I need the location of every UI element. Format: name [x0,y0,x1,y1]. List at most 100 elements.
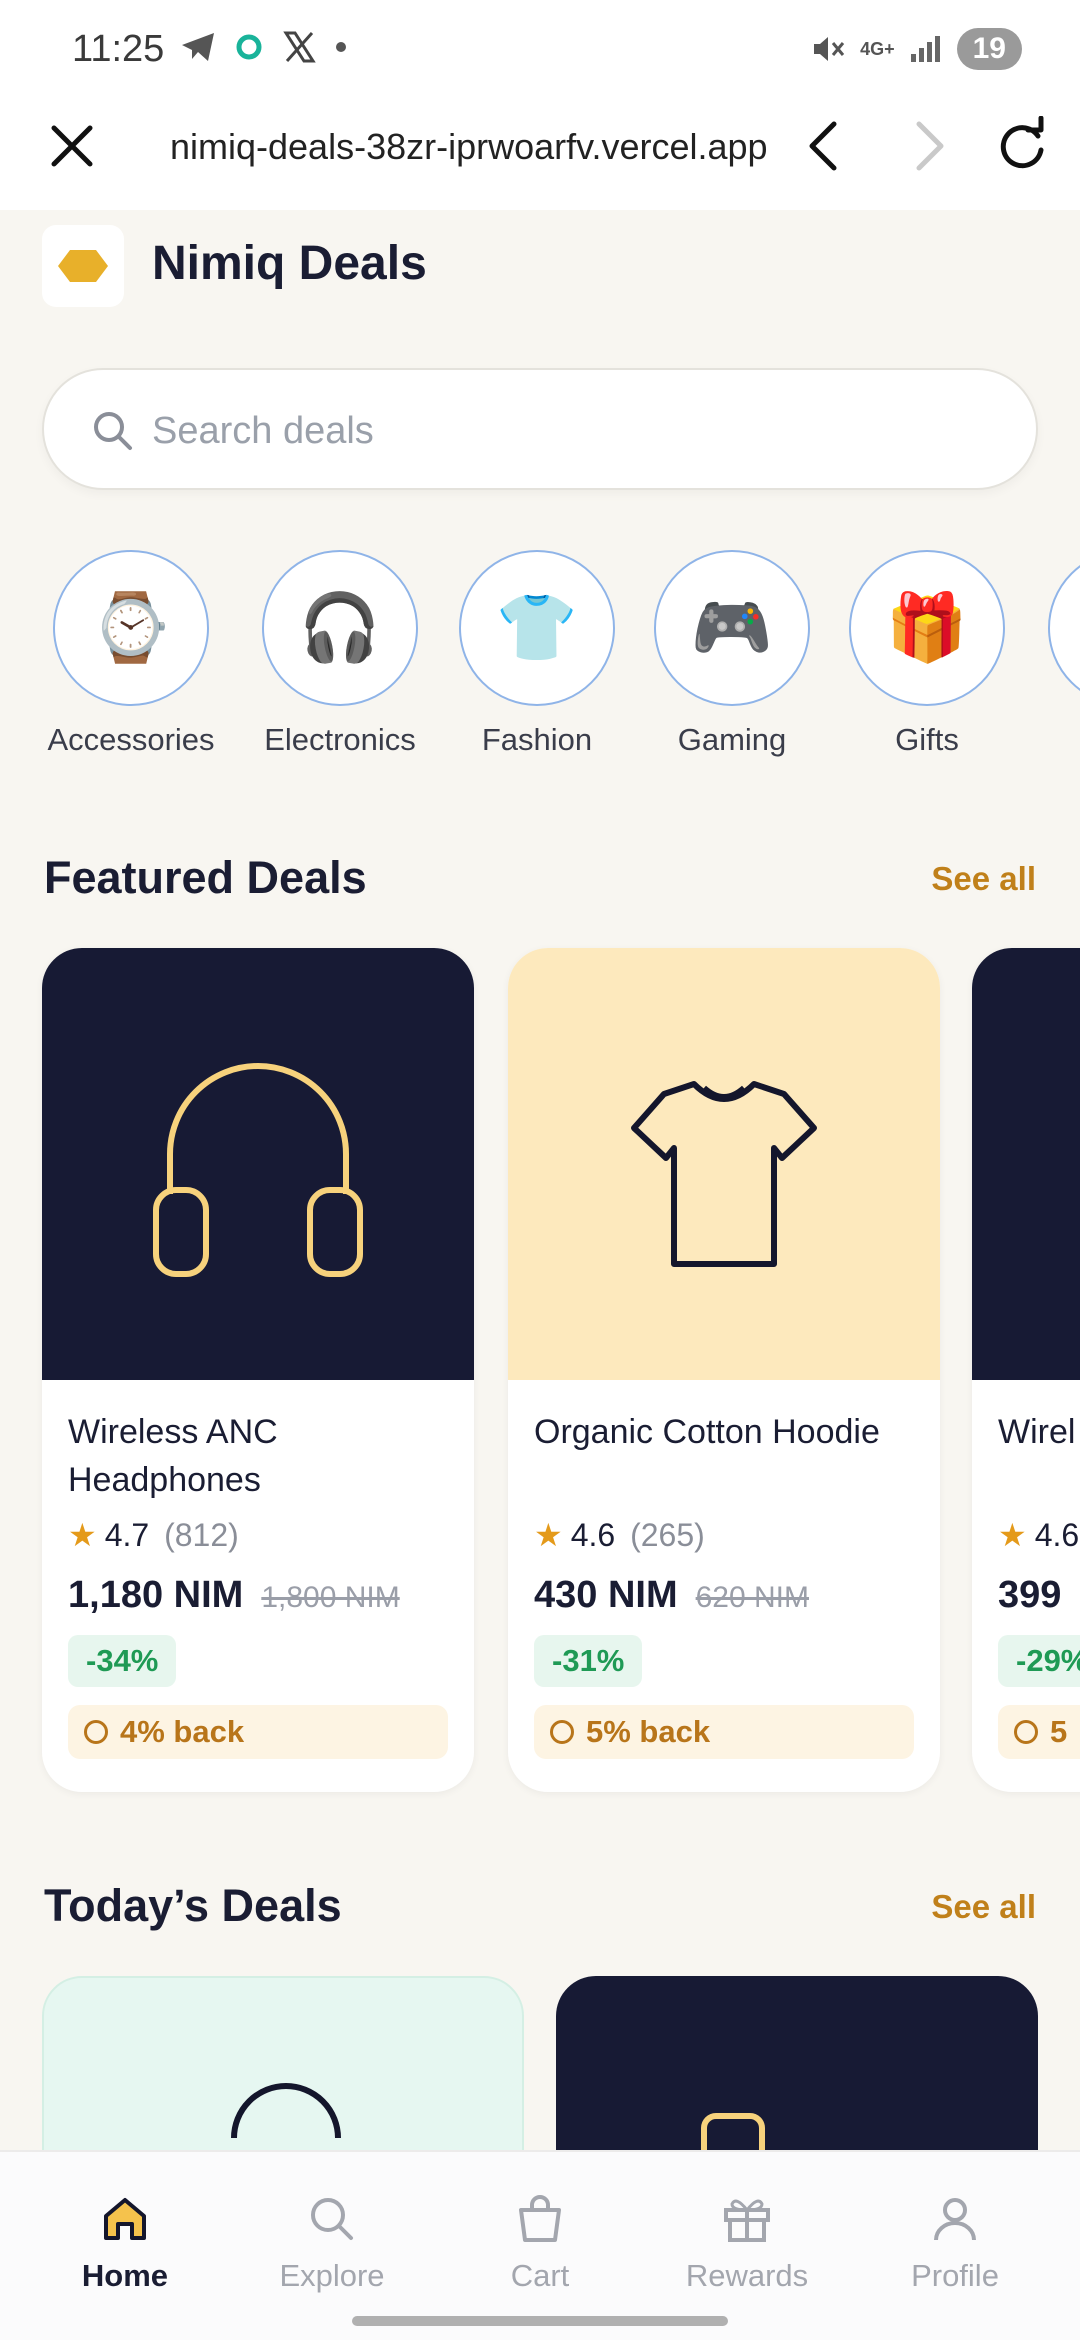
category-label: Accessories [47,722,215,757]
deal-card-partial[interactable]: Wirel Cont ★4.6 399 -29% 5 [972,948,1080,1792]
deal-price: 430 NIM [534,1574,678,1616]
category-label: Electronics [264,722,416,757]
headphones-icon: 🎧 [262,550,418,706]
deal-name: Wirel Cont [998,1413,1080,1451]
deal-old-price: 620 NIM [695,1581,810,1614]
category-gaming[interactable]: 🎮 Gaming [647,550,817,758]
mute-icon [814,37,845,61]
gift-icon [724,2199,770,2242]
nav-explore[interactable]: Explore [232,2192,432,2294]
category-label: Gifts [895,722,959,757]
nav-label: Cart [510,2258,570,2293]
cashback-badge: 5 [998,1705,1080,1759]
forward-arrow-icon[interactable] [905,118,953,174]
cashback-label: 4% back [120,1714,245,1749]
discount-badge: -29% [998,1635,1080,1687]
category-label: Gaming [677,722,787,757]
featured-deals-title: Featured Deals [44,852,367,903]
nav-label: Home [81,2258,169,2293]
nav-home[interactable]: Home [25,2192,225,2294]
nav-rewards[interactable]: Rewards [647,2192,847,2294]
todays-deals-title: Today’s Deals [44,1880,342,1931]
headphones-icon [153,1063,363,1277]
category-circle [1048,550,1080,706]
category-fashion[interactable]: 👕 Fashion [452,550,622,758]
reload-icon[interactable] [992,116,1052,176]
coin-icon [1014,1720,1038,1744]
app-root: 11:25 4G+ 19 nimiq-deals-38zr-iprwoarfv.… [0,0,1080,2340]
search-input[interactable] [152,396,992,466]
search-icon [94,412,132,450]
close-icon[interactable] [46,120,98,172]
network-type: 4G+ [860,38,895,59]
deal-image [972,948,1080,1380]
nav-cart[interactable]: Cart [440,2192,640,2294]
cashback-badge: 5% back [534,1705,914,1759]
rating-value: 4.6 [1034,1517,1080,1553]
telegram-icon [182,33,214,61]
tshirt-icon [631,1081,817,1267]
status-bar: 11:25 4G+ 19 [0,0,1080,100]
home-icon [104,2198,146,2240]
nav-profile[interactable]: Profile [855,2192,1055,2294]
deal-name: Organic Cotton Hoodie [534,1413,880,1451]
deal-price: 1,180 NIM [68,1574,244,1616]
featured-see-all-link[interactable]: See all [931,860,1036,898]
coin-icon [84,1720,108,1744]
hexagon-logo-icon [58,250,108,282]
home-indicator[interactable] [352,2316,728,2326]
category-accessories[interactable]: ⌚ Accessories [46,550,216,758]
deal-image [42,948,474,1380]
nav-label: Rewards [685,2258,809,2293]
category-electronics[interactable]: 🎧 Electronics [255,550,425,758]
status-notification-icons [180,30,348,64]
category-partial[interactable] [1041,550,1080,706]
nav-label: Explore [279,2258,385,2293]
deal-rating: ★ 4.6 (265) [534,1516,914,1554]
status-system-icons: 4G+ 19 [810,28,1022,70]
deal-rating: ★ 4.7 (812) [68,1516,448,1554]
rating-value: 4.6 [570,1517,616,1553]
cashback-label: 5 [1050,1714,1068,1749]
discount-badge: -34% [68,1635,177,1687]
coin-icon [550,1720,574,1744]
gift-icon: 🎁 [849,550,1005,706]
category-gifts[interactable]: 🎁 Gifts [842,550,1012,758]
x-logo-icon [283,31,316,63]
tshirt-icon: 👕 [459,550,615,706]
dot-icon [336,42,346,52]
deal-image [508,948,940,1380]
deal-rating: ★ 4.6 [998,1516,1080,1554]
back-arrow-icon[interactable] [800,118,848,174]
signal-icon [910,36,940,62]
category-label: Fashion [481,722,593,757]
todays-see-all-link[interactable]: See all [931,1888,1036,1926]
bottom-nav: Home Explore Cart Rewards Profile [0,2150,1080,2340]
review-count: (265) [630,1517,705,1553]
url-text[interactable]: nimiq-deals-38zr-iprwoarfv.vercel.app [170,126,768,168]
browser-toolbar: nimiq-deals-38zr-iprwoarfv.vercel.app [0,100,1080,210]
app-logo [42,225,124,307]
gamepad-icon: 🎮 [654,550,810,706]
search-icon [311,2198,353,2240]
user-icon [934,2198,976,2241]
deal-old-price: 1,800 NIM [261,1581,400,1614]
rating-value: 4.7 [104,1517,150,1553]
cashback-badge: 4% back [68,1705,448,1759]
nav-label: Profile [911,2258,999,2293]
discount-badge: -31% [534,1635,643,1687]
review-count: (812) [164,1517,239,1553]
deal-name: Wireless ANC Headphones [68,1413,278,1499]
battery-indicator: 19 [956,28,1022,70]
status-time: 11:25 [72,28,165,70]
category-strip: ⌚ Accessories 🎧 Electronics 👕 Fashion 🎮 … [0,550,1080,770]
deal-card[interactable]: Organic Cotton Hoodie ★ 4.6 (265) 430 NIM… [508,948,940,1792]
deal-price: 399 [998,1574,1062,1616]
bag-icon [519,2195,561,2242]
cashback-label: 5% back [586,1714,711,1749]
sync-circle-icon [236,34,262,60]
deal-card[interactable]: Wireless ANC Headphones ★ 4.7 (812) 1,180… [42,948,474,1792]
search-bar[interactable] [42,368,1038,490]
watch-icon: ⌚ [53,550,209,706]
star-icon: ★ [68,1517,97,1553]
